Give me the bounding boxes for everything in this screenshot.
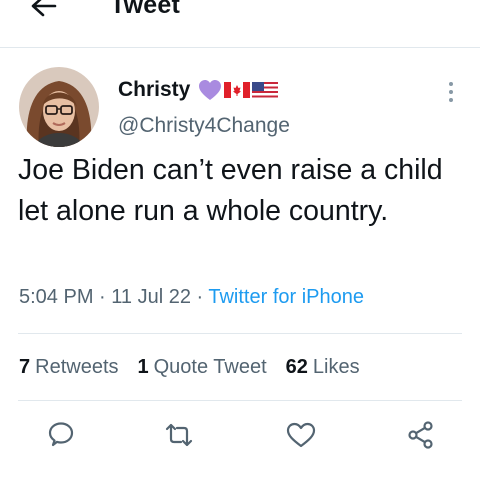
likes-stat[interactable]: 62 Likes xyxy=(286,356,360,379)
author-name-row[interactable]: Christy xyxy=(118,77,279,103)
author-name[interactable]: Christy xyxy=(118,78,190,102)
canada-flag-icon xyxy=(224,82,251,98)
divider xyxy=(18,333,462,334)
avatar[interactable] xyxy=(19,67,99,147)
usa-flag-icon xyxy=(252,82,279,98)
name-emojis xyxy=(198,79,279,101)
purple-heart-icon xyxy=(199,80,222,100)
meta-separator: · xyxy=(196,286,209,308)
tweet-source[interactable]: Twitter for iPhone xyxy=(208,286,364,308)
tweet-text: Joe Biden can’t even raise a child let a… xyxy=(18,154,443,227)
more-options-icon[interactable] xyxy=(446,80,456,104)
avatar-image xyxy=(19,67,99,147)
reply-icon[interactable] xyxy=(44,418,78,452)
divider xyxy=(18,400,462,401)
tweet-time[interactable]: 5:04 PM xyxy=(19,286,93,308)
tweet-actions xyxy=(0,418,480,458)
share-icon[interactable] xyxy=(404,418,438,452)
page-title: Tweet xyxy=(110,0,180,19)
retweets-stat[interactable]: 7 Retweets xyxy=(19,356,119,379)
tweet-meta: 5:04 PM · 11 Jul 22 · Twitter for iPhone xyxy=(19,286,364,309)
tweet-date[interactable]: 11 Jul 22 xyxy=(111,286,191,308)
author-handle[interactable]: @Christy4Change xyxy=(118,114,290,138)
tweet-stats: 7 Retweets 1 Quote Tweet 62 Likes xyxy=(19,356,379,379)
quote-tweets-stat[interactable]: 1 Quote Tweet xyxy=(138,356,267,379)
like-icon[interactable] xyxy=(284,418,318,452)
arrow-left-icon[interactable] xyxy=(28,0,58,22)
meta-separator: · xyxy=(99,286,112,308)
header-bar: Tweet xyxy=(0,0,480,48)
retweet-icon[interactable] xyxy=(162,418,196,452)
